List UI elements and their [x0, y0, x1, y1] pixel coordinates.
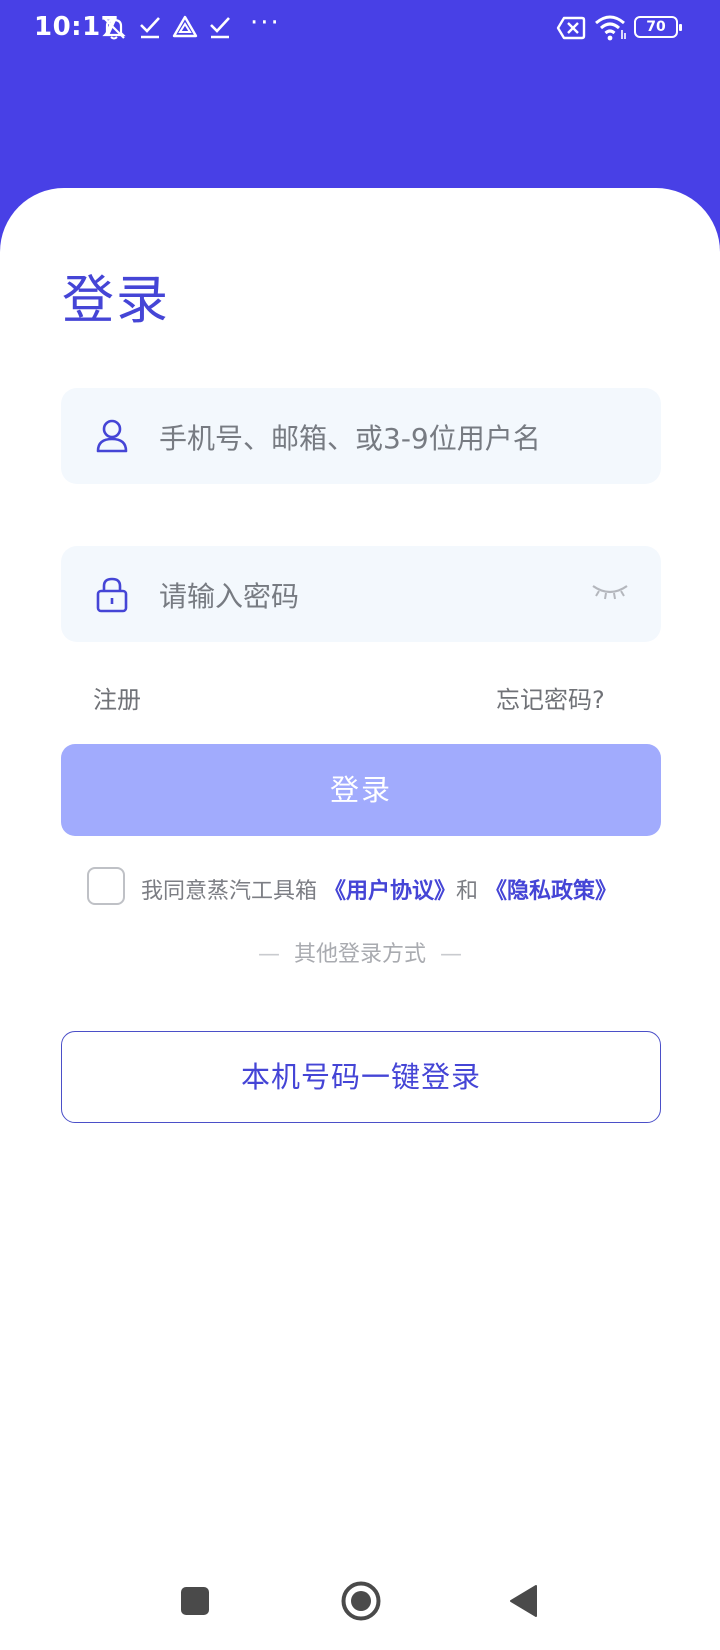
agreement-prefix: 我同意蒸汽工具箱 — [141, 879, 318, 904]
page-title: 登录 — [62, 271, 171, 331]
agreement-row: 我同意蒸汽工具箱 《用户协议》和 《隐私政策》 — [87, 867, 687, 905]
forgot-password-link[interactable]: 忘记密码? — [496, 680, 605, 715]
login-button[interactable]: 登录 — [61, 744, 661, 836]
screen: 10:17 ··· 70 登录 手机号、邮箱、或3-9位用户名 请输入密码 注册… — [0, 0, 720, 1650]
other-login-divider: — 其他登录方式 — — [0, 936, 720, 968]
privacy-policy-link[interactable]: 《隐私政策》 — [485, 879, 617, 904]
status-more: ··· — [250, 8, 281, 38]
agreement-and: 和 — [456, 879, 479, 904]
agreement-text: 我同意蒸汽工具箱 《用户协议》和 《隐私政策》 — [141, 873, 617, 905]
password-field[interactable]: 请输入密码 — [61, 546, 661, 642]
recent-apps-icon[interactable] — [180, 1586, 210, 1616]
eye-closed-icon[interactable] — [591, 582, 629, 604]
divider-dash-left: — — [257, 942, 280, 967]
navigation-bar — [0, 1570, 720, 1650]
password-input[interactable]: 请输入密码 — [159, 575, 299, 615]
user-icon — [96, 419, 128, 453]
triangle-app-icon — [172, 15, 198, 38]
wifi-icon — [595, 15, 626, 41]
divider-dash-right: — — [440, 942, 462, 967]
agreement-checkbox[interactable] — [87, 867, 125, 905]
sim-x-icon — [556, 16, 586, 40]
battery-icon: 70 — [634, 16, 682, 38]
register-link[interactable]: 注册 — [93, 680, 141, 715]
home-icon[interactable] — [340, 1580, 382, 1622]
mute-icon — [102, 17, 126, 40]
user-agreement-link[interactable]: 《用户协议》 — [324, 879, 456, 904]
onekey-login-button[interactable]: 本机号码一键登录 — [61, 1031, 661, 1123]
other-login-label: 其他登录方式 — [293, 942, 426, 967]
battery-level: 70 — [646, 19, 666, 35]
back-icon[interactable] — [508, 1584, 538, 1618]
check-icon — [140, 17, 160, 39]
lock-icon — [96, 577, 128, 613]
status-bar: 10:17 ··· 70 — [0, 0, 720, 56]
username-field[interactable]: 手机号、邮箱、或3-9位用户名 — [61, 388, 661, 484]
check-icon — [210, 17, 230, 39]
login-card: 登录 手机号、邮箱、或3-9位用户名 请输入密码 注册 忘记密码? 登录 我同意… — [0, 188, 720, 1650]
username-input[interactable]: 手机号、邮箱、或3-9位用户名 — [159, 417, 541, 457]
